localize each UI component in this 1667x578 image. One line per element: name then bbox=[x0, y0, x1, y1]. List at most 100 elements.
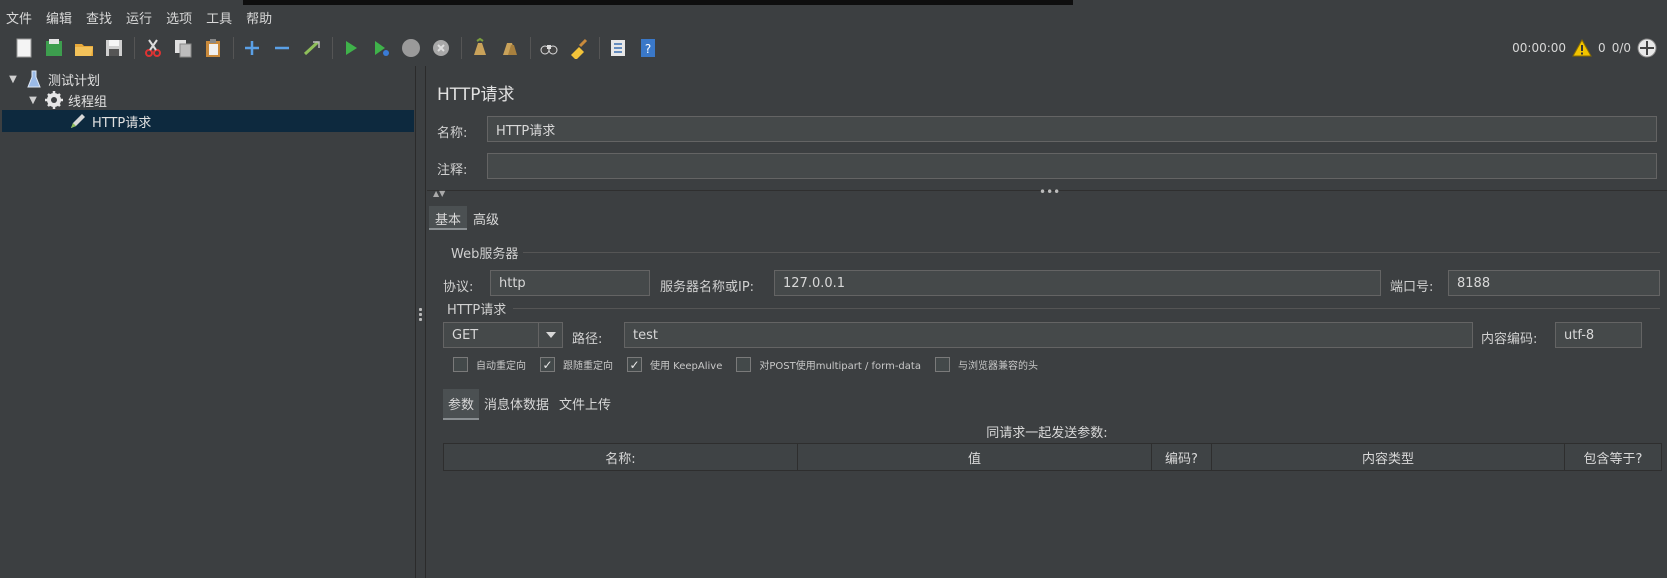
name-field[interactable]: HTTP请求 bbox=[487, 116, 1657, 142]
group-divider bbox=[513, 308, 1660, 309]
shutdown-icon[interactable] bbox=[427, 34, 455, 62]
protocol-field[interactable]: http bbox=[490, 270, 650, 296]
tab-basic[interactable]: 基本 bbox=[429, 206, 468, 230]
start-icon[interactable] bbox=[337, 34, 365, 62]
option-label: 使用 KeepAlive bbox=[650, 361, 723, 372]
method-value: GET bbox=[452, 327, 479, 343]
encoding-field[interactable]: utf-8 bbox=[1555, 322, 1642, 348]
tab-parameters[interactable]: 参数 bbox=[443, 389, 480, 420]
tree-node-test-plan[interactable]: ▼ 测试计划 bbox=[6, 68, 406, 90]
menu-options[interactable]: 选项 bbox=[166, 8, 192, 27]
sampler-editor: HTTP请求 名称: HTTP请求 注释: ▲▼ ••• 基本 高级 Web服务… bbox=[427, 66, 1667, 578]
tree-label: 测试计划 bbox=[48, 73, 101, 89]
toolbar-separator bbox=[332, 36, 333, 59]
menu-search[interactable]: 查找 bbox=[86, 8, 112, 27]
column-header-name[interactable]: 名称: bbox=[444, 444, 798, 470]
chevron-down-icon[interactable] bbox=[538, 323, 562, 347]
option-label: 跟随重定向 bbox=[563, 361, 613, 372]
paste-icon[interactable] bbox=[199, 34, 227, 62]
start-no-pause-icon[interactable] bbox=[367, 34, 395, 62]
save-icon[interactable] bbox=[100, 34, 128, 62]
browser-headers-checkbox[interactable] bbox=[934, 357, 950, 372]
tab-advanced[interactable]: 高级 bbox=[467, 206, 505, 230]
thread-count: 0/0 bbox=[1611, 40, 1631, 55]
warning-icon[interactable] bbox=[1572, 38, 1592, 57]
templates-icon[interactable] bbox=[40, 34, 68, 62]
port-field[interactable]: 8188 bbox=[1448, 270, 1660, 296]
search-icon[interactable] bbox=[535, 34, 563, 62]
option-browser-headers[interactable]: 与浏览器兼容的头 bbox=[934, 357, 1038, 372]
comment-field[interactable] bbox=[487, 153, 1657, 179]
path-field[interactable]: test bbox=[624, 322, 1473, 348]
auto-redirect-checkbox[interactable] bbox=[453, 357, 468, 372]
http-request-group-title: HTTP请求 bbox=[447, 303, 507, 318]
tab-body-data[interactable]: 消息体数据 bbox=[479, 389, 554, 420]
cut-icon[interactable] bbox=[139, 34, 167, 62]
menu-edit[interactable]: 编辑 bbox=[46, 8, 72, 27]
column-header-encode[interactable]: 编码? bbox=[1152, 444, 1212, 470]
group-divider bbox=[523, 252, 1660, 253]
status-area: 00:00:00 0 0/0 bbox=[1512, 29, 1657, 66]
option-label: 自动重定向 bbox=[476, 361, 526, 372]
option-auto-redirect[interactable]: 自动重定向 bbox=[453, 357, 526, 372]
option-multipart[interactable]: 对POST使用multipart / form-data bbox=[736, 357, 921, 372]
tree-node-http-request[interactable]: HTTP请求 bbox=[2, 110, 414, 132]
follow-redirects-checkbox[interactable]: ✓ bbox=[540, 357, 555, 372]
option-keepalive[interactable]: ✓ 使用 KeepAlive bbox=[627, 357, 722, 372]
editor-tabs: 基本 高级 bbox=[429, 206, 505, 230]
test-plan-tree: ▼ 测试计划 ▼ 线程组 HTTP请求 bbox=[0, 66, 416, 578]
path-label: 路径: bbox=[572, 332, 603, 347]
multipart-checkbox[interactable] bbox=[736, 357, 752, 372]
toggle-icon[interactable] bbox=[298, 34, 326, 62]
port-label: 端口号: bbox=[1390, 280, 1434, 295]
column-header-value[interactable]: 值 bbox=[798, 444, 1152, 470]
toolbar-separator bbox=[461, 36, 462, 59]
request-options: 自动重定向 ✓ 跟随重定向 ✓ 使用 KeepAlive 对POST使用mult… bbox=[453, 357, 1052, 372]
new-icon[interactable] bbox=[10, 34, 38, 62]
page-title: HTTP请求 bbox=[437, 85, 515, 105]
menu-tools[interactable]: 工具 bbox=[206, 8, 232, 27]
name-label: 名称: bbox=[437, 126, 468, 141]
chevron-down-icon[interactable]: ▼ bbox=[26, 95, 40, 106]
collapse-icon[interactable] bbox=[268, 34, 296, 62]
column-header-include-equals[interactable]: 包含等于? bbox=[1565, 444, 1661, 470]
open-icon[interactable] bbox=[70, 34, 98, 62]
tree-node-thread-group[interactable]: ▼ 线程组 bbox=[26, 89, 406, 111]
collapse-arrows-icon[interactable]: ▲▼ bbox=[433, 189, 445, 198]
server-label: 服务器名称或IP: bbox=[660, 280, 755, 295]
toolbar-separator bbox=[599, 36, 600, 59]
menu-file[interactable]: 文件 bbox=[6, 8, 32, 27]
toolbar-separator bbox=[233, 36, 234, 59]
option-label: 与浏览器兼容的头 bbox=[957, 361, 1038, 372]
reset-search-icon[interactable] bbox=[565, 34, 593, 62]
svg-text:?: ? bbox=[645, 42, 651, 56]
tab-files-upload[interactable]: 文件上传 bbox=[554, 389, 616, 420]
vertical-splitter[interactable] bbox=[416, 66, 426, 578]
toolbar-separator bbox=[134, 36, 135, 59]
option-follow-redirects[interactable]: ✓ 跟随重定向 bbox=[540, 357, 613, 372]
stop-icon[interactable] bbox=[397, 34, 425, 62]
tree-label: 线程组 bbox=[68, 94, 108, 110]
horizontal-splitter[interactable]: ▲▼ ••• bbox=[427, 185, 1667, 199]
remote-status-icon[interactable] bbox=[1637, 38, 1657, 58]
keepalive-checkbox[interactable]: ✓ bbox=[627, 357, 642, 372]
protocol-label: 协议: bbox=[443, 280, 474, 295]
warning-count: 0 bbox=[1598, 40, 1606, 55]
help-icon[interactable]: ? bbox=[634, 34, 662, 62]
copy-icon[interactable] bbox=[169, 34, 197, 62]
option-label: 对POST使用multipart / form-data bbox=[759, 361, 921, 372]
column-header-content-type[interactable]: 内容类型 bbox=[1212, 444, 1565, 470]
clear-all-icon[interactable] bbox=[496, 34, 524, 62]
menu-run[interactable]: 运行 bbox=[126, 8, 152, 27]
web-server-group-title: Web服务器 bbox=[451, 247, 519, 262]
function-helper-icon[interactable] bbox=[604, 34, 632, 62]
menu-help[interactable]: 帮助 bbox=[246, 8, 272, 27]
server-field[interactable]: 127.0.0.1 bbox=[774, 270, 1381, 296]
method-select[interactable]: GET bbox=[443, 322, 563, 348]
flask-icon bbox=[24, 69, 44, 89]
expand-icon[interactable] bbox=[238, 34, 266, 62]
clear-icon[interactable] bbox=[466, 34, 494, 62]
chevron-down-icon[interactable]: ▼ bbox=[6, 74, 20, 85]
tree-label: HTTP请求 bbox=[92, 115, 152, 131]
gear-icon bbox=[44, 90, 64, 110]
